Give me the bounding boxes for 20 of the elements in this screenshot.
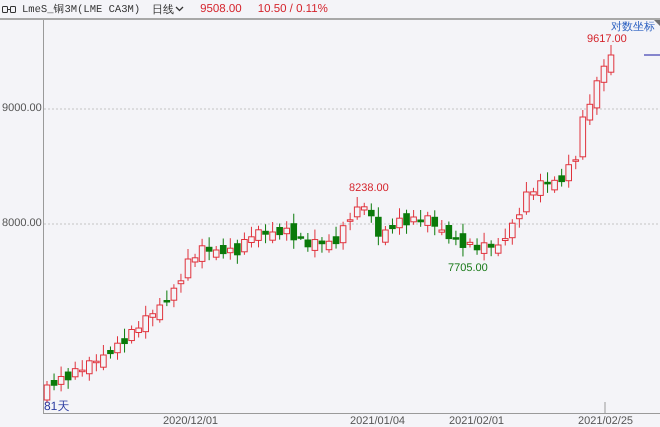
- chevron-icon: [175, 6, 184, 12]
- scale-toggle-link[interactable]: 对数坐标: [611, 21, 655, 34]
- y-axis-label: 9000.00: [2, 102, 42, 116]
- y-axis-label: 8000.00: [2, 217, 42, 230]
- period-dropdown[interactable]: 日线: [146, 2, 184, 16]
- low-price-label: 7705.00: [448, 262, 488, 275]
- x-axis-label: 2021/02/25: [578, 415, 634, 427]
- axis-tick: [604, 402, 606, 414]
- x-axis-label: 2020/12/01: [163, 415, 218, 427]
- corner-triangle-icon: [654, 20, 660, 26]
- x-axis-label: 2021/02/01: [449, 415, 504, 427]
- day-count-label: 81天: [44, 400, 70, 413]
- x-axis-label: 2021/01/04: [350, 415, 406, 427]
- price-marker-line: [644, 54, 660, 56]
- link-icon[interactable]: [2, 6, 16, 12]
- price-change: 10.50 / 0.11%: [258, 3, 328, 15]
- high-price-label: 8238.00: [349, 182, 389, 195]
- symbol-name: LmeS_铜3M(LME CA3M): [22, 2, 140, 16]
- last-price: 9508.00: [200, 3, 242, 15]
- max-price-label: 9617.00: [587, 33, 627, 46]
